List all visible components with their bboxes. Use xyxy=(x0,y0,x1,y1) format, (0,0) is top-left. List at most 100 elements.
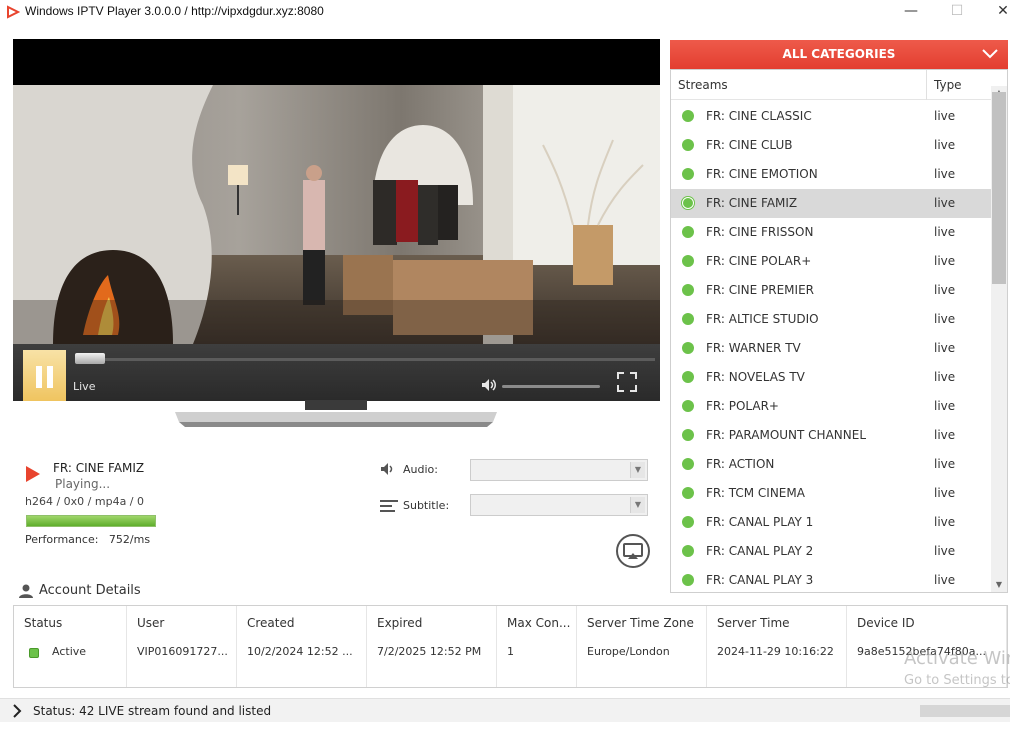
video-player[interactable]: Live xyxy=(13,39,660,401)
pause-bar-right xyxy=(47,366,53,388)
stream-row[interactable]: FR: CINE CLUB live xyxy=(671,131,991,160)
stream-row[interactable]: FR: CINE POLAR+ live xyxy=(671,247,991,276)
stream-type: live xyxy=(934,341,956,355)
stream-type: live xyxy=(934,370,956,384)
stream-row[interactable]: FR: ALTICE STUDIO live xyxy=(671,305,991,334)
account-column: Server Time 2024-11-29 10:16:22 xyxy=(707,606,847,687)
stream-row[interactable]: FR: CANAL PLAY 3 live xyxy=(671,566,991,592)
audio-select[interactable]: ▼ xyxy=(470,459,648,481)
play-icon xyxy=(26,466,40,482)
stream-row[interactable]: FR: CINE CLASSIC live xyxy=(671,102,991,131)
seek-thumb[interactable] xyxy=(75,353,105,364)
stream-name: FR: CANAL PLAY 3 xyxy=(706,573,814,587)
account-column-header[interactable]: Server Time Zone xyxy=(587,616,694,630)
stream-name: FR: CINE PREMIER xyxy=(706,283,814,297)
cast-icon xyxy=(623,543,643,559)
live-status-icon xyxy=(682,168,694,180)
account-column-header[interactable]: Expired xyxy=(377,616,422,630)
account-column-value: 2024-11-29 10:16:22 xyxy=(717,645,834,658)
stream-row[interactable]: FR: TCM CINEMA live xyxy=(671,479,991,508)
now-playing-channel: FR: CINE FAMIZ xyxy=(53,461,145,475)
codec-info: h264 / 0x0 / mp4a / 0 xyxy=(25,495,145,508)
account-column-header[interactable]: Max Con... xyxy=(507,616,570,630)
column-divider xyxy=(926,70,927,100)
live-status-icon xyxy=(682,255,694,267)
live-status-icon xyxy=(682,342,694,354)
stream-type: live xyxy=(934,457,956,471)
account-column-header[interactable]: Created xyxy=(247,616,295,630)
account-column-header[interactable]: Status xyxy=(24,616,62,630)
stream-name: FR: WARNER TV xyxy=(706,341,801,355)
stream-type: live xyxy=(934,515,956,529)
stream-name: FR: CANAL PLAY 1 xyxy=(706,515,814,529)
account-column-header[interactable]: Server Time xyxy=(717,616,790,630)
account-column: Server Time Zone Europe/London xyxy=(577,606,707,687)
stream-name: FR: CINE EMOTION xyxy=(706,167,818,181)
performance-bar xyxy=(26,515,156,527)
category-dropdown-label: ALL CATEGORIES xyxy=(782,47,896,61)
audio-label: Audio: xyxy=(403,463,438,476)
stream-row[interactable]: FR: POLAR+ live xyxy=(671,392,991,421)
stream-row[interactable]: FR: CANAL PLAY 2 live xyxy=(671,537,991,566)
stream-type: live xyxy=(934,312,956,326)
stream-row[interactable]: FR: CINE FRISSON live xyxy=(671,218,991,247)
volume-icon[interactable] xyxy=(481,378,497,392)
live-status-icon xyxy=(682,313,694,325)
minimize-button[interactable]: — xyxy=(888,0,934,24)
account-column-value: Europe/London xyxy=(587,645,670,658)
performance-value: 752/ms xyxy=(108,533,151,546)
stream-row[interactable]: FR: CANAL PLAY 1 live xyxy=(671,508,991,537)
column-header-type[interactable]: Type xyxy=(934,78,962,92)
title-bar: Windows IPTV Player 3.0.0.0 / http://vip… xyxy=(0,0,1010,24)
stream-type: live xyxy=(934,167,956,181)
speaker-icon xyxy=(381,463,393,475)
pause-bar-left xyxy=(36,366,42,388)
maximize-button[interactable]: ☐ xyxy=(934,0,980,24)
activation-watermark: Activate Win xyxy=(904,648,1010,669)
stream-row[interactable]: FR: PARAMOUNT CHANNEL live xyxy=(671,421,991,450)
now-playing-status: Playing... xyxy=(55,477,111,491)
category-dropdown[interactable]: ALL CATEGORIES xyxy=(670,40,1008,69)
account-column-header[interactable]: Device ID xyxy=(857,616,915,630)
video-frame[interactable] xyxy=(13,85,660,344)
subtitle-select[interactable]: ▼ xyxy=(470,494,648,516)
live-label: Live xyxy=(73,380,96,393)
performance-bar-fill xyxy=(27,516,155,526)
account-column-value: 1 xyxy=(507,645,514,658)
stream-name: FR: CANAL PLAY 2 xyxy=(706,544,814,558)
cast-button[interactable] xyxy=(616,534,650,568)
chevron-down-icon[interactable]: ▼ xyxy=(630,497,645,513)
user-icon xyxy=(19,584,33,598)
chevron-down-icon[interactable] xyxy=(982,47,998,61)
stream-list: Streams Type FR: CINE CLASSIC live FR: CIN… xyxy=(670,69,1008,593)
subtitle-label: Subtitle: xyxy=(403,499,450,512)
stream-row[interactable]: FR: CINE PREMIER live xyxy=(671,276,991,305)
scrollbar-thumb[interactable] xyxy=(992,92,1006,284)
stream-row[interactable]: FR: CINE EMOTION live xyxy=(671,160,991,189)
stream-type: live xyxy=(934,283,956,297)
stream-type: live xyxy=(934,486,956,500)
stream-list-scrollbar[interactable]: ▲ ▼ xyxy=(991,86,1007,592)
stream-row[interactable]: FR: WARNER TV live xyxy=(671,334,991,363)
pause-button[interactable] xyxy=(23,350,66,401)
app-logo-icon xyxy=(7,5,20,19)
stream-type: live xyxy=(934,254,956,268)
stream-row[interactable]: FR: NOVELAS TV live xyxy=(671,363,991,392)
stream-row[interactable]: FR: CINE FAMIZ live xyxy=(671,189,991,218)
account-column-header[interactable]: User xyxy=(137,616,164,630)
column-header-streams[interactable]: Streams xyxy=(678,78,728,92)
chevron-right-icon[interactable] xyxy=(12,704,22,718)
stream-row[interactable]: FR: ACTION live xyxy=(671,450,991,479)
stream-name: FR: ACTION xyxy=(706,457,775,471)
live-status-icon xyxy=(682,226,694,238)
fullscreen-icon[interactable] xyxy=(617,372,637,392)
performance-readout: Performance: 752/ms xyxy=(25,533,150,546)
scroll-down-icon[interactable]: ▼ xyxy=(991,578,1007,592)
close-button[interactable]: ✕ xyxy=(980,0,1010,24)
stream-type: live xyxy=(934,573,956,587)
stream-type: live xyxy=(934,399,956,413)
volume-slider[interactable] xyxy=(502,385,600,388)
active-status-icon xyxy=(29,648,39,658)
seek-bar[interactable] xyxy=(75,358,655,361)
chevron-down-icon[interactable]: ▼ xyxy=(630,462,645,478)
